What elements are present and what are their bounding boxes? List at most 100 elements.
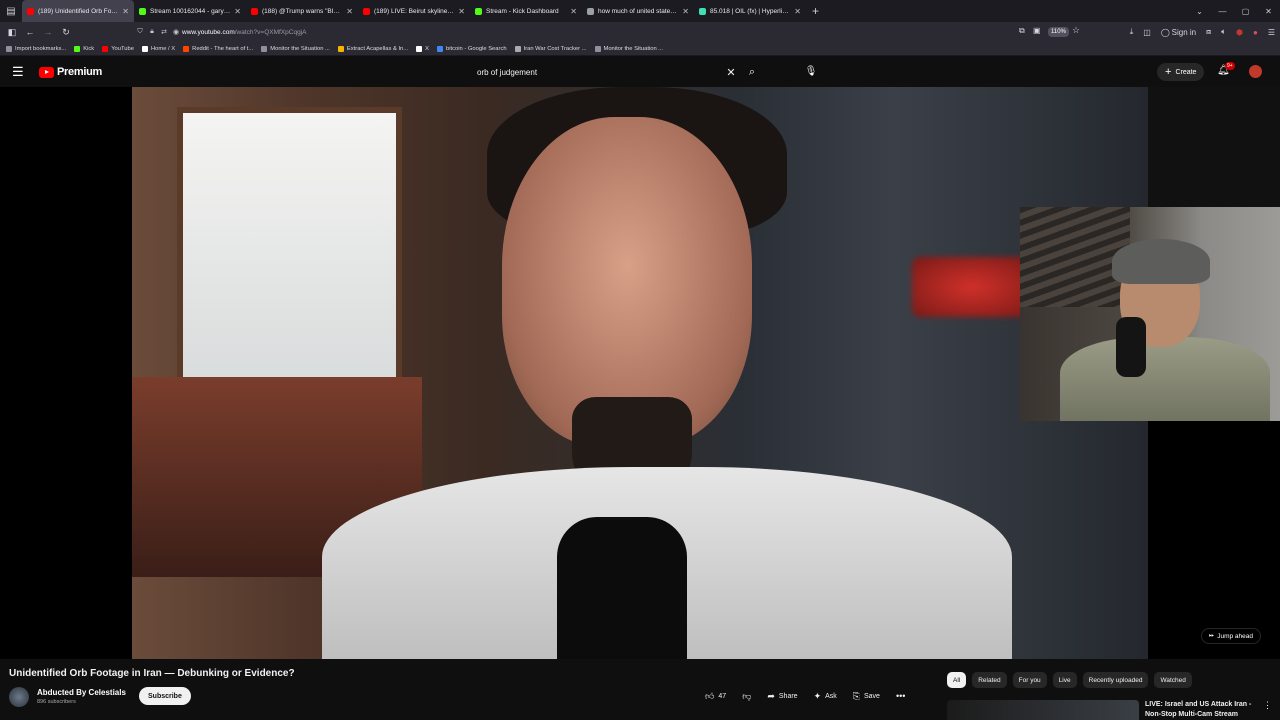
guide-menu-icon[interactable]: ☰ [12,64,24,80]
url-bar[interactable]: ⛉ 🔒︎ ⇄ ◉ www.youtube.com/watch?v=QXMfXpC… [134,24,1084,40]
browser-tab[interactable]: (189) Unidentified Orb Footage ✕ [22,0,134,22]
voice-search-icon[interactable]: 🎙︎ [801,62,821,82]
mute-icon[interactable]: 🔈︎ [1216,27,1231,37]
tab-close-icon[interactable]: ✕ [122,7,129,16]
webcam-overlay [1020,207,1280,421]
browser-tab[interactable]: 85.018 | OIL (fx) | Hyperliquid ✕ [694,0,806,22]
browser-tab[interactable]: Stream - Kick Dashboard ✕ [470,0,582,22]
jump-ahead-button[interactable]: ⏩︎ Jump ahead [1201,628,1261,644]
tab-close-icon[interactable]: ✕ [570,7,577,16]
channel-name[interactable]: Abducted By Celestials [37,688,126,697]
screenshot-icon[interactable]: ◫ [1138,28,1156,37]
bookmark-favicon [416,45,423,52]
new-tab-icon[interactable]: + [806,4,825,18]
bookmark-item[interactable]: Extract Acapellas & In... [337,45,408,52]
browser-tab[interactable]: (189) LIVE: Beirut skyline as Isra✕ [358,0,470,22]
create-button[interactable]: + Create [1157,63,1205,81]
lock-icon[interactable]: 🔒︎ [146,28,158,36]
bookmark-favicon [594,45,601,52]
tab-close-icon[interactable]: ✕ [458,7,465,16]
minimize-icon[interactable]: — [1211,7,1234,16]
bookmark-item[interactable]: YouTube [102,45,134,52]
filter-chip[interactable]: Watched [1154,672,1192,688]
bookmark-label: Monitor the Situation ... [603,45,664,52]
app-menu-icon[interactable]: ☰ [1263,28,1280,37]
sign-in-label: Sign in [1171,27,1197,37]
bookmark-label: Import bookmarks... [15,45,67,52]
filter-chip[interactable]: Recently uploaded [1082,672,1149,688]
sign-in-button[interactable]: ◯ Sign in [1156,28,1201,37]
zoom-level[interactable]: 110% [1048,27,1069,37]
extensions-icon[interactable]: ⧈ [1201,27,1216,37]
site-info-icon[interactable]: ◉ [170,28,182,36]
picture-in-picture-icon[interactable]: ⧉ [1019,26,1025,36]
bookmark-item[interactable]: Kick [74,45,95,52]
bookmark-item[interactable]: bitcoin - Google Search [436,45,507,52]
dislike-button[interactable]: 👎︎ [734,687,759,705]
ask-button[interactable]: ✦ Ask [806,687,845,705]
bookmark-item[interactable]: Home / X [141,45,176,52]
browser-tab[interactable]: how much of united states oil c ✕ [582,0,694,22]
bookmark-item[interactable]: Iran War Cost Tracker ... [514,45,587,52]
filter-chip[interactable]: All [947,672,967,688]
tab-close-icon[interactable]: ✕ [234,7,241,16]
close-window-icon[interactable]: ✕ [1257,7,1280,16]
bookmark-star-icon[interactable]: ☆ [1072,25,1080,36]
bookmark-item[interactable]: X [416,45,429,52]
clear-search-icon[interactable]: ✕ [722,66,740,79]
bookmark-item[interactable]: Reddit - The heart of t... [183,45,254,52]
back-icon[interactable]: ← [21,27,39,37]
tab-favicon [251,7,258,15]
downloads-icon[interactable]: ⤓ [1125,27,1139,37]
maximize-icon[interactable]: ▢ [1234,7,1257,16]
bookmark-label: Kick [83,45,95,52]
tab-close-icon[interactable]: ✕ [346,7,353,16]
tab-close-icon[interactable]: ✕ [682,7,689,16]
recommended-more-icon[interactable]: ⋮ [1263,700,1272,711]
sparkle-icon: ✦ [813,690,822,701]
like-button[interactable]: 👍︎ 47 [697,687,734,705]
sidebar-icon[interactable]: ◧ [3,27,21,38]
search-input[interactable]: orb of judgement [466,68,722,77]
share-label: Share [778,692,798,700]
bookmark-item[interactable]: Monitor the Situation ... [594,45,664,52]
filter-chip[interactable]: Live [1052,672,1077,688]
permissions-icon[interactable]: ⇄ [158,28,170,36]
bookmark-item[interactable]: Monitor the Situation ... [261,45,330,52]
youtube-premium-logo[interactable]: Premium [39,66,102,78]
video-player[interactable]: ⏩︎ Jump ahead [0,87,1280,659]
tab-close-icon[interactable]: ✕ [794,7,801,16]
channel-avatar[interactable] [9,687,29,707]
notifications-bell-icon[interactable]: 🔔︎ 9+ [1217,62,1235,76]
filter-chip[interactable]: For you [1012,672,1047,688]
tab-favicon [699,7,706,15]
logo-text: Premium [57,66,102,78]
browser-tab[interactable]: (188) @Trump warns "BIGGEST✕ [246,0,358,22]
user-avatar[interactable] [1249,65,1262,78]
ublock-icon[interactable]: ⬢ [1231,28,1248,37]
reader-view-icon[interactable]: ▣ [1033,26,1041,35]
bookmark-item[interactable]: Import bookmarks... [6,45,67,52]
forward-icon[interactable]: → [39,27,57,37]
list-all-tabs-icon[interactable]: ⌄ [1188,7,1211,16]
share-button[interactable]: ➦ Share [759,687,805,705]
tab-favicon [475,7,482,15]
tab-favicon [27,7,34,15]
filter-chip[interactable]: Related [972,672,1007,688]
bookmark-label: Reddit - The heart of t... [192,45,254,52]
extension-red-icon[interactable]: ● [1248,28,1263,37]
search-icon[interactable]: ⌕ [740,66,764,79]
recommended-thumbnail[interactable] [947,700,1139,720]
url-host: www.youtube.com [182,28,235,36]
tab-title: how much of united states oil c [598,7,680,15]
subscribe-button[interactable]: Subscribe [139,687,191,705]
recommended-title[interactable]: LIVE: Israel and US Attack Iran - Non-St… [1145,700,1265,720]
more-actions-button[interactable]: ••• [888,687,913,705]
notification-badge: 9+ [1225,62,1235,70]
shield-icon[interactable]: ⛉ [134,28,146,36]
save-button[interactable]: ⎘ Save [845,687,888,705]
reload-icon[interactable]: ↻ [57,27,75,38]
browser-tab[interactable]: Stream 100162044 - garydavid ✕ [134,0,246,22]
tab-list-icon[interactable]: ▤ [0,0,22,22]
bookmark-label: Home / X [150,45,176,52]
